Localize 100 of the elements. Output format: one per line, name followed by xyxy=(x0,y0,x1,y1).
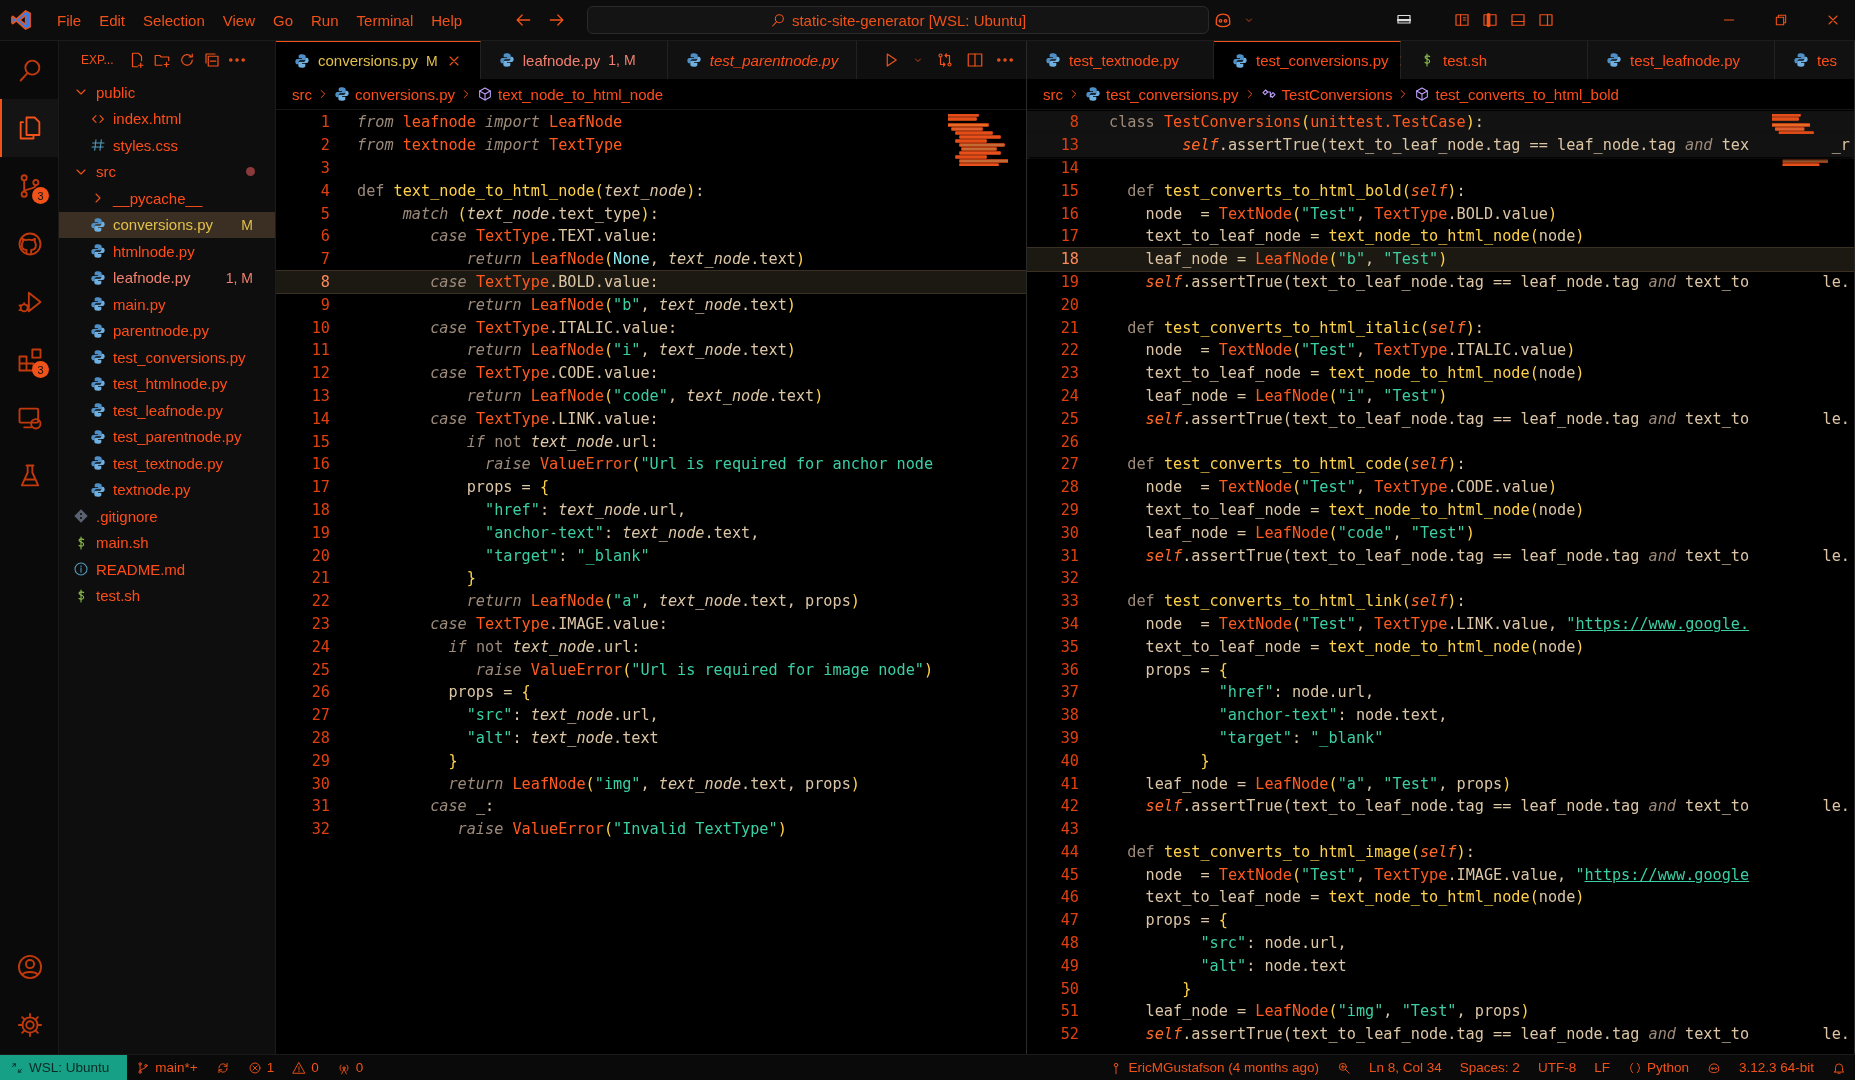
breadcrumb-item[interactable]: test_conversions.py xyxy=(1085,85,1239,103)
status-item[interactable]: Ln 8, Col 34 xyxy=(1360,1055,1451,1080)
menu-item[interactable]: View xyxy=(215,7,262,33)
editor-tab[interactable]: test.sh xyxy=(1401,41,1588,79)
menu-item[interactable]: Go xyxy=(266,7,300,33)
line-number: 40 xyxy=(1059,751,1079,770)
code-line: "src": text_node.url, xyxy=(465,706,659,725)
editor-tab[interactable]: conversions.py M xyxy=(276,41,481,79)
panel-layout-icon[interactable] xyxy=(1509,11,1527,29)
file-tree-item[interactable]: __pycache__ xyxy=(59,185,275,212)
code-line: node = TextNode("Test", TextType.CODE.value) xyxy=(1144,478,1559,497)
menu-item[interactable]: Run xyxy=(304,7,346,33)
file-tree-item[interactable]: public xyxy=(59,79,275,106)
collapse-all-icon[interactable] xyxy=(203,51,222,69)
line-number: 15 xyxy=(1059,181,1079,200)
activity-item[interactable] xyxy=(0,99,58,157)
breadcrumb-item[interactable]: src xyxy=(1043,85,1063,103)
file-tree-item[interactable]: parentnode.py xyxy=(59,317,275,344)
status-item[interactable]: Spaces: 2 xyxy=(1450,1055,1529,1080)
code-fragment: le. xyxy=(1822,272,1850,291)
status-item[interactable]: 1 xyxy=(238,1055,284,1080)
file-tree-item[interactable]: main.py xyxy=(59,291,275,318)
file-tree-item[interactable]: index.html xyxy=(59,105,275,132)
code-line: leaf_node = LeafNode("i", "Test") xyxy=(1144,386,1449,405)
file-tree-item[interactable]: test_textnode.py xyxy=(59,450,275,477)
code-line: self.assertTrue(text_to_leaf_node.tag == leaf_node.tag and text_to xyxy=(1144,409,1751,428)
file-tree-item[interactable]: leafnode.py 1, M xyxy=(59,264,275,291)
line-number: 22 xyxy=(310,592,330,611)
code-line: props = { xyxy=(465,478,550,497)
layout-icon[interactable] xyxy=(1453,11,1471,29)
python-file-icon xyxy=(1232,52,1248,69)
status-item[interactable]: 0 xyxy=(327,1055,373,1080)
account-icon xyxy=(16,953,44,981)
activity-item[interactable]: 3 xyxy=(0,331,58,389)
line-number: 36 xyxy=(1059,660,1079,679)
code-line: self.assertTrue(text_to_leaf_node.tag == leaf_node.tag and text_to xyxy=(1144,546,1751,565)
menu-item[interactable]: Edit xyxy=(92,7,133,33)
file-tree-item[interactable]: src xyxy=(59,158,275,185)
file-tree-item[interactable]: test_htmlnode.py xyxy=(59,370,275,397)
status-item[interactable]: main*+ xyxy=(127,1055,207,1080)
code-line: case TextType.ITALIC.value: xyxy=(429,318,678,337)
file-tree-item[interactable]: test_leafnode.py xyxy=(59,397,275,424)
status-item[interactable]: 3.12.3 64-bit xyxy=(1729,1055,1823,1080)
activity-item[interactable]: 3 xyxy=(0,157,58,215)
code-line: text_to_leaf_node = text_node_to_html_node(node) xyxy=(1144,364,1586,383)
status-item[interactable]: EricMGustafson (4 months ago) xyxy=(1100,1055,1329,1080)
secondary-sidebar-icon[interactable] xyxy=(1537,11,1555,29)
line-number: 23 xyxy=(310,614,330,633)
status-item[interactable]: LF xyxy=(1585,1055,1619,1080)
command-center-search[interactable]: static-site-generator [WSL: Ubuntu] xyxy=(587,6,1209,34)
restore-icon[interactable] xyxy=(1773,12,1789,28)
menu-item[interactable]: Terminal xyxy=(349,7,421,33)
file-tree-item[interactable]: test.sh xyxy=(59,582,275,609)
python-file-icon xyxy=(498,52,515,68)
line-number: 24 xyxy=(1059,386,1079,405)
code-line: text_to_leaf_node = text_node_to_html_node(node) xyxy=(1144,637,1586,656)
status-item[interactable]: UTF-8 xyxy=(1528,1055,1586,1080)
status-item[interactable]: Python xyxy=(1618,1055,1698,1080)
menu-item[interactable]: Help xyxy=(424,7,470,33)
breadcrumb-item[interactable]: conversions.py xyxy=(334,85,456,103)
menu-item[interactable]: Selection xyxy=(136,7,212,33)
file-tree-item[interactable]: htmlnode.py xyxy=(59,238,275,265)
breadcrumb-item[interactable]: src xyxy=(292,85,312,103)
file-tree-item[interactable]: README.md xyxy=(59,556,275,583)
code-line: node = TextNode("Test", TextType.LINK.value, "https://www.google. xyxy=(1144,614,1751,633)
breadcrumb-item[interactable]: test_converts_to_html_bold xyxy=(1414,85,1619,103)
menu-item[interactable]: File xyxy=(50,7,89,33)
code-line: leaf_node = LeafNode("img", "Test", props) xyxy=(1144,1002,1531,1021)
file-tree-item[interactable]: styles.css xyxy=(59,132,275,159)
code-line: self.assertTrue(text_to_leaf_node.tag == leaf_node.tag and text_to xyxy=(1144,797,1751,816)
file-tree-item[interactable]: main.sh xyxy=(59,529,275,556)
code-line: match (text_node.text_type): xyxy=(401,204,659,223)
line-number: 41 xyxy=(1059,774,1079,793)
sidebar-toggle-icon[interactable] xyxy=(1481,11,1499,29)
code-line: def test_converts_to_html_italic(self): xyxy=(1126,318,1485,337)
code-line: "target": "_blank" xyxy=(1217,728,1385,747)
line-number: 35 xyxy=(1059,637,1079,656)
python-file-icon xyxy=(90,296,106,313)
file-tree-item[interactable]: test_parentnode.py xyxy=(59,423,275,450)
breadcrumb-item[interactable]: TestConversions xyxy=(1260,85,1393,103)
remote-indicator[interactable]: WSL: Ubuntu xyxy=(0,1055,128,1080)
line-number: 17 xyxy=(310,478,330,497)
breadcrumb-item[interactable]: text_node_to_html_node xyxy=(477,85,664,103)
line-number: 27 xyxy=(310,706,330,725)
error-icon xyxy=(247,1060,262,1075)
warning-icon xyxy=(292,1060,307,1075)
editor-tab[interactable]: test_conversions.py xyxy=(1214,41,1401,79)
file-tree-item[interactable]: textnode.py xyxy=(59,476,275,503)
file-tree-item[interactable]: .gitignore xyxy=(59,503,275,530)
line-number: 50 xyxy=(1059,979,1079,998)
status-item[interactable]: 0 xyxy=(283,1055,328,1080)
line-number: 14 xyxy=(310,409,330,428)
more-icon[interactable] xyxy=(229,58,246,62)
line-number: 31 xyxy=(1059,546,1079,565)
file-tree-item[interactable]: test_conversions.py xyxy=(59,344,275,371)
code-line: from textnode import TextType xyxy=(357,136,623,155)
file-tree-item[interactable]: conversions.py M xyxy=(59,211,275,238)
code-line: if not text_node.url: xyxy=(447,637,641,656)
line-number: 18 xyxy=(310,500,330,519)
python-file-icon xyxy=(90,349,106,366)
